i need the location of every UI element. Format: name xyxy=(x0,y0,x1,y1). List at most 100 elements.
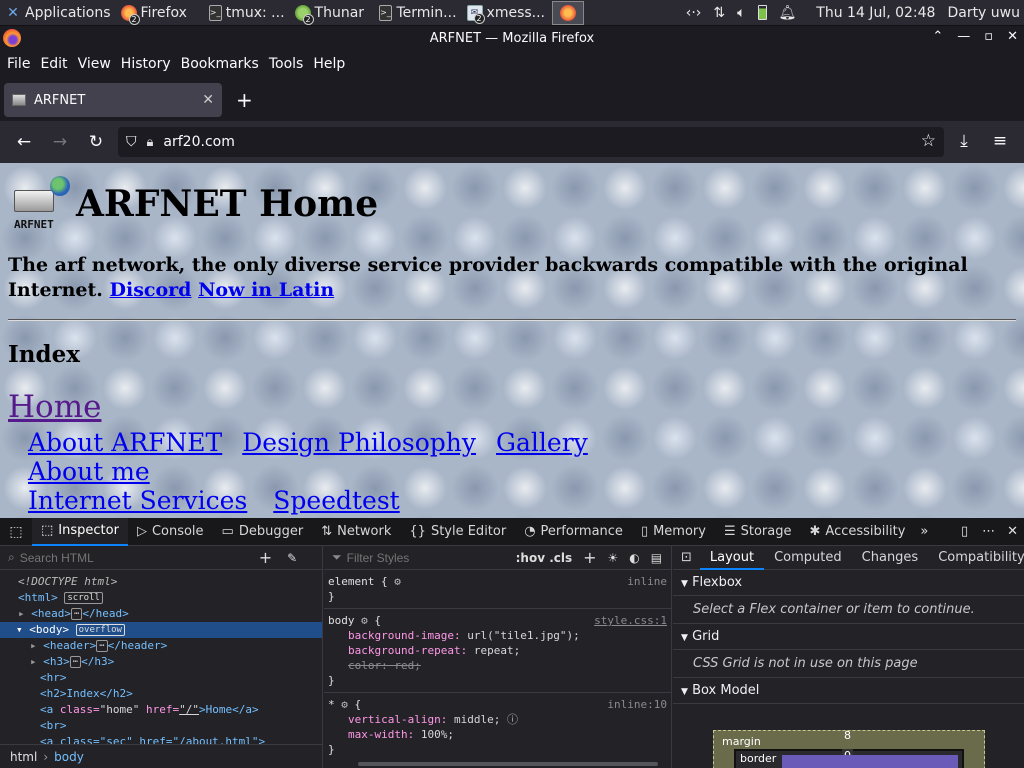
nav-aboutme-link[interactable]: About me xyxy=(28,457,150,486)
rule-selector[interactable]: * xyxy=(328,698,335,711)
nav-home-link[interactable]: Home xyxy=(8,389,101,425)
back-arrow-icon[interactable]: ← xyxy=(6,132,42,152)
rule-source[interactable]: style.css:1 xyxy=(594,613,671,628)
tab-style-editor[interactable]: {} Style Editor xyxy=(400,518,515,546)
tree-row-header[interactable]: ▸ <header> ⋯ </header> xyxy=(0,638,322,654)
task-tmux[interactable]: >_ tmux: ... xyxy=(204,1,290,25)
breadcrumb-body[interactable]: body xyxy=(54,750,84,764)
expand-arrow-icon[interactable]: ▸ xyxy=(30,639,37,652)
collapsed-ellipsis-icon[interactable]: ⋯ xyxy=(96,640,108,652)
network-icon[interactable]: ‹·› xyxy=(686,5,702,21)
nav-services-link[interactable]: Internet Services xyxy=(28,486,247,515)
app-menu-hamburger-icon[interactable]: ≡ xyxy=(982,131,1018,151)
lock-icon[interactable]: 🔒︎ xyxy=(147,135,154,150)
boxmodel-section-header[interactable]: ▼ Box Model xyxy=(673,678,1024,704)
volume-icon[interactable]: 🔈︎ xyxy=(737,5,745,21)
task-firefox[interactable]: 2 Firefox xyxy=(116,1,204,25)
menu-edit[interactable]: Edit xyxy=(35,56,72,72)
tree-row-br[interactable]: <br> xyxy=(0,718,322,734)
tab-debugger[interactable]: ▭ Debugger xyxy=(213,518,313,546)
tab-accessibility[interactable]: ✱ Accessibility xyxy=(801,518,915,546)
reload-icon[interactable]: ↻ xyxy=(78,132,114,152)
tree-row-h3[interactable]: ▸ <h3> ⋯ </h3> xyxy=(0,654,322,670)
add-rule-icon[interactable]: + xyxy=(583,548,596,567)
tree-row-html[interactable]: <html> scroll xyxy=(0,590,322,606)
applications-menu[interactable]: ✕ Applications xyxy=(0,1,116,25)
rule-gear-icon[interactable]: ⚙ xyxy=(341,698,348,711)
box-model-margin[interactable]: margin 8 border 0 xyxy=(713,729,985,768)
tab-console[interactable]: ▷ Console xyxy=(128,518,213,546)
decl-color-overridden[interactable]: color: red; xyxy=(328,658,671,673)
menu-bookmarks[interactable]: Bookmarks xyxy=(176,56,264,72)
decl-max-width[interactable]: max-width: 100%; xyxy=(328,727,671,742)
rule-source[interactable]: inline xyxy=(627,574,671,589)
tree-row-head[interactable]: ▸ <head> ⋯ </head> xyxy=(0,606,322,622)
light-theme-sun-icon[interactable]: ☀ xyxy=(608,551,619,565)
maximize-icon[interactable]: ▫ xyxy=(984,29,993,44)
overflow-badge[interactable]: overflow xyxy=(75,624,125,636)
expand-arrow-icon[interactable]: ▸ xyxy=(18,607,25,620)
nav-gallery-link[interactable]: Gallery xyxy=(496,428,588,457)
margin-top-value[interactable]: 8 xyxy=(844,729,851,742)
task-thunar[interactable]: 2 Thunar xyxy=(290,1,374,25)
scroll-badge[interactable]: scroll xyxy=(64,592,103,604)
expand-arrow-icon[interactable]: ▸ xyxy=(30,655,37,668)
menu-tools[interactable]: Tools xyxy=(264,56,309,72)
bookmark-star-icon[interactable]: ☆ xyxy=(921,131,936,151)
tab-network[interactable]: ⇅ Network xyxy=(312,518,400,546)
devtools-close-icon[interactable]: ✕ xyxy=(1001,524,1024,539)
print-media-icon[interactable]: ▤ xyxy=(651,551,662,565)
battery-icon[interactable] xyxy=(757,5,767,20)
url-text[interactable]: arf20.com xyxy=(163,134,234,150)
task-terminal[interactable]: >_ Termin... xyxy=(374,1,462,25)
rule-selector[interactable]: element { xyxy=(328,575,388,588)
more-tabs-chevron-icon[interactable]: » xyxy=(914,524,934,539)
shield-icon[interactable]: ⛉ xyxy=(126,134,137,150)
rules-scrollbar[interactable] xyxy=(358,762,658,766)
search-html-input[interactable] xyxy=(19,550,240,565)
rule-gear-icon[interactable]: ⚙ xyxy=(394,575,401,588)
task-active-firefox[interactable] xyxy=(551,0,584,25)
user-name[interactable]: Darty uwu xyxy=(947,5,1020,21)
decl-background-image[interactable]: background-image: url("tile1.jpg"); xyxy=(328,628,671,643)
menu-view[interactable]: View xyxy=(73,56,116,72)
clock[interactable]: Thu 14 Jul, 02:48 xyxy=(816,5,935,21)
window-up-icon[interactable]: ⌃ xyxy=(932,29,943,44)
decl-vertical-align[interactable]: vertical-align: middle; ⓘ xyxy=(328,712,671,727)
updown-arrows-icon[interactable]: ⇅ xyxy=(713,5,725,21)
notifications-bell-icon[interactable]: 🔔︎ xyxy=(779,5,797,21)
menu-history[interactable]: History xyxy=(116,56,176,72)
breadcrumb-html[interactable]: html xyxy=(10,750,37,764)
nav-speedtest-link[interactable]: Speedtest xyxy=(273,486,399,515)
tab-changes[interactable]: Changes xyxy=(852,550,929,565)
add-node-icon[interactable]: + xyxy=(259,548,272,567)
collapse-arrow-icon[interactable]: ▾ xyxy=(16,623,23,636)
minimize-icon[interactable]: — xyxy=(957,29,970,44)
tree-row-h2[interactable]: <h2>Index</h2> xyxy=(0,686,322,702)
box-model-border[interactable]: border 0 xyxy=(734,749,964,768)
tab-inspector[interactable]: ⬚ Inspector xyxy=(32,517,128,546)
dark-theme-icon[interactable]: ◐ xyxy=(629,551,639,565)
downloads-icon[interactable]: ⤓ xyxy=(946,131,982,151)
flexbox-section-header[interactable]: ▼ Flexbox xyxy=(673,570,1024,596)
dock-side-icon[interactable]: ▯ xyxy=(953,524,976,539)
collapsed-ellipsis-icon[interactable]: ⋯ xyxy=(71,608,83,620)
new-tab-button[interactable]: + xyxy=(236,88,253,112)
tab-computed[interactable]: Computed xyxy=(764,550,852,565)
hov-cls-toggles[interactable]: :hov .cls xyxy=(516,551,573,565)
eyedropper-icon[interactable]: ✎ xyxy=(287,551,297,565)
tree-row-hr[interactable]: <hr> xyxy=(0,670,322,686)
info-icon[interactable]: ⓘ xyxy=(507,713,518,726)
grid-section-header[interactable]: ▼ Grid xyxy=(673,624,1024,650)
url-bar[interactable]: ⛉ 🔒︎ arf20.com ☆ xyxy=(118,127,944,157)
collapsed-ellipsis-icon[interactable]: ⋯ xyxy=(69,656,82,668)
decl-background-repeat[interactable]: background-repeat: repeat; xyxy=(328,643,671,658)
rule-gear-icon[interactable]: ⚙ xyxy=(361,614,368,627)
tab-compatibility[interactable]: Compatibility xyxy=(928,550,1024,565)
forward-arrow-icon[interactable]: → xyxy=(42,132,78,152)
close-tab-icon[interactable]: ✕ xyxy=(202,92,214,108)
menu-file[interactable]: File xyxy=(2,56,35,72)
tab-performance[interactable]: ◔ Performance xyxy=(515,518,632,546)
filter-styles-input[interactable] xyxy=(346,550,507,565)
rule-selector[interactable]: body xyxy=(328,614,355,627)
